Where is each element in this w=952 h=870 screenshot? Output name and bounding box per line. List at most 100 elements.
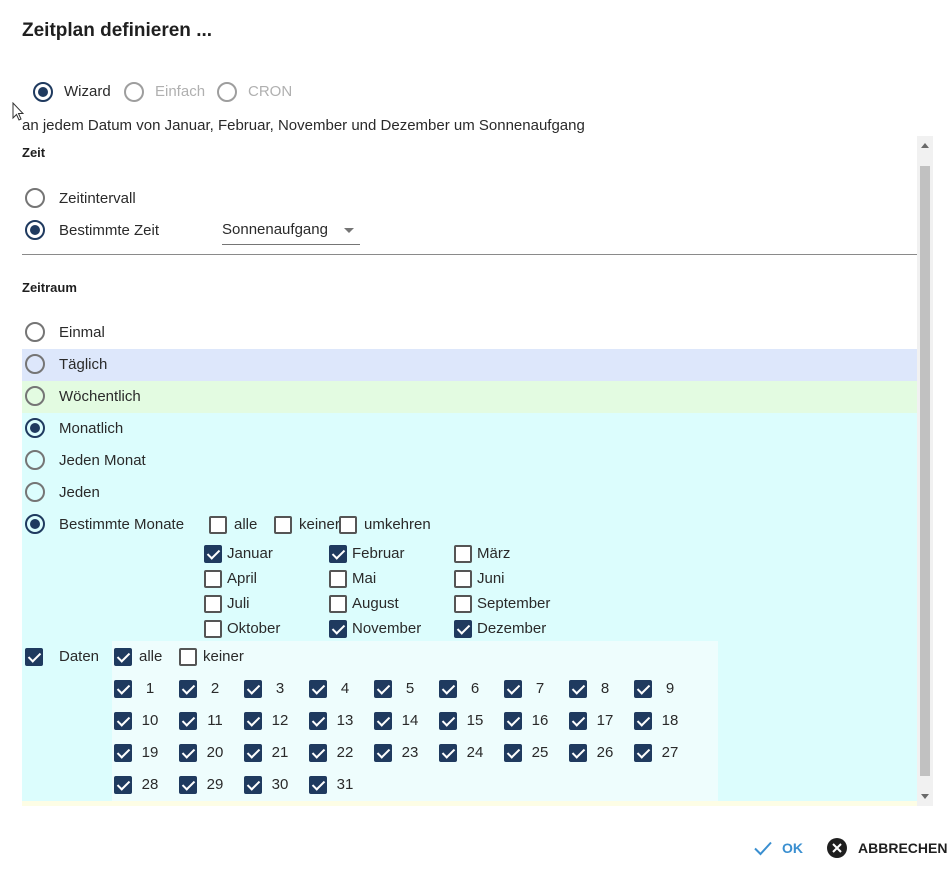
scroll-up-icon[interactable]	[921, 143, 929, 148]
month-label[interactable]: Januar	[227, 545, 273, 562]
month-label[interactable]: Februar	[352, 545, 405, 562]
month-label[interactable]: Oktober	[227, 620, 280, 637]
day-label[interactable]: 3	[269, 680, 291, 697]
day-label[interactable]: 16	[529, 712, 551, 729]
day-checkbox[interactable]	[439, 712, 457, 730]
time-interval-label[interactable]: Zeitintervall	[59, 190, 136, 207]
dates-none-label[interactable]: keiner	[203, 648, 244, 665]
day-label[interactable]: 7	[529, 680, 551, 697]
day-checkbox[interactable]	[439, 744, 457, 762]
period-weekly-radio[interactable]	[25, 386, 45, 406]
scroll-down-icon[interactable]	[921, 794, 929, 799]
day-label[interactable]: 19	[139, 744, 161, 761]
period-every-month-label[interactable]: Jeden Monat	[59, 452, 146, 469]
day-label[interactable]: 8	[594, 680, 616, 697]
period-specific-months-label[interactable]: Bestimmte Monate	[59, 516, 184, 533]
period-every-month-radio[interactable]	[25, 450, 45, 470]
day-label[interactable]: 26	[594, 744, 616, 761]
mode-simple-label[interactable]: Einfach	[155, 83, 205, 100]
dates-checkbox[interactable]	[25, 648, 43, 666]
day-label[interactable]: 15	[464, 712, 486, 729]
month-checkbox-september[interactable]	[454, 595, 472, 613]
month-label[interactable]: Juli	[227, 595, 250, 612]
month-checkbox-maerz[interactable]	[454, 545, 472, 563]
month-checkbox-oktober[interactable]	[204, 620, 222, 638]
period-daily-label[interactable]: Täglich	[59, 356, 107, 373]
day-checkbox[interactable]	[309, 776, 327, 794]
mode-wizard-label[interactable]: Wizard	[64, 83, 111, 100]
ok-button[interactable]: OK	[752, 834, 812, 862]
day-checkbox[interactable]	[114, 744, 132, 762]
month-checkbox-november[interactable]	[329, 620, 347, 638]
months-none-checkbox[interactable]	[274, 516, 292, 534]
day-checkbox[interactable]	[569, 712, 587, 730]
day-checkbox[interactable]	[114, 776, 132, 794]
period-once-label[interactable]: Einmal	[59, 324, 105, 341]
day-label[interactable]: 14	[399, 712, 421, 729]
day-checkbox[interactable]	[374, 744, 392, 762]
month-checkbox-dezember[interactable]	[454, 620, 472, 638]
day-checkbox[interactable]	[309, 712, 327, 730]
day-checkbox[interactable]	[244, 712, 262, 730]
day-checkbox[interactable]	[114, 712, 132, 730]
day-checkbox[interactable]	[504, 680, 522, 698]
month-label[interactable]: März	[477, 545, 510, 562]
day-label[interactable]: 27	[659, 744, 681, 761]
months-invert-label[interactable]: umkehren	[364, 516, 431, 533]
day-checkbox[interactable]	[179, 712, 197, 730]
time-interval-radio[interactable]	[25, 188, 45, 208]
day-checkbox[interactable]	[244, 744, 262, 762]
day-checkbox[interactable]	[439, 680, 457, 698]
day-label[interactable]: 21	[269, 744, 291, 761]
day-checkbox[interactable]	[569, 744, 587, 762]
month-checkbox-august[interactable]	[329, 595, 347, 613]
dates-all-label[interactable]: alle	[139, 648, 162, 665]
months-none-label[interactable]: keiner	[299, 516, 340, 533]
day-label[interactable]: 5	[399, 680, 421, 697]
scrollbar[interactable]	[917, 136, 933, 806]
period-weekly-label[interactable]: Wöchentlich	[59, 388, 141, 405]
month-checkbox-januar[interactable]	[204, 545, 222, 563]
day-label[interactable]: 9	[659, 680, 681, 697]
day-checkbox[interactable]	[309, 680, 327, 698]
month-label[interactable]: August	[352, 595, 399, 612]
dates-label[interactable]: Daten	[59, 648, 99, 665]
day-label[interactable]: 17	[594, 712, 616, 729]
day-label[interactable]: 1	[139, 680, 161, 697]
day-checkbox[interactable]	[634, 744, 652, 762]
day-checkbox[interactable]	[244, 680, 262, 698]
period-specific-months-radio[interactable]	[25, 514, 45, 534]
day-label[interactable]: 11	[204, 712, 226, 729]
day-checkbox[interactable]	[504, 712, 522, 730]
month-label[interactable]: September	[477, 595, 550, 612]
month-checkbox-april[interactable]	[204, 570, 222, 588]
day-label[interactable]: 6	[464, 680, 486, 697]
day-checkbox[interactable]	[504, 744, 522, 762]
specific-time-select[interactable]: Sonnenaufgang	[222, 218, 360, 245]
month-checkbox-mai[interactable]	[329, 570, 347, 588]
months-invert-checkbox[interactable]	[339, 516, 357, 534]
month-label[interactable]: November	[352, 620, 421, 637]
day-label[interactable]: 13	[334, 712, 356, 729]
day-checkbox[interactable]	[634, 680, 652, 698]
scrollbar-thumb[interactable]	[920, 166, 930, 776]
day-label[interactable]: 18	[659, 712, 681, 729]
month-checkbox-juli[interactable]	[204, 595, 222, 613]
day-checkbox[interactable]	[309, 744, 327, 762]
day-checkbox[interactable]	[374, 680, 392, 698]
month-label[interactable]: Mai	[352, 570, 376, 587]
day-label[interactable]: 31	[334, 776, 356, 793]
cancel-button[interactable]: ABBRECHEN	[826, 834, 948, 862]
day-label[interactable]: 4	[334, 680, 356, 697]
day-label[interactable]: 30	[269, 776, 291, 793]
day-checkbox[interactable]	[634, 712, 652, 730]
time-specific-radio[interactable]	[25, 220, 45, 240]
day-label[interactable]: 12	[269, 712, 291, 729]
mode-cron-label[interactable]: CRON	[248, 83, 292, 100]
day-label[interactable]: 10	[139, 712, 161, 729]
day-checkbox[interactable]	[244, 776, 262, 794]
month-checkbox-juni[interactable]	[454, 570, 472, 588]
period-monthly-label[interactable]: Monatlich	[59, 420, 123, 437]
month-label[interactable]: April	[227, 570, 257, 587]
day-label[interactable]: 2	[204, 680, 226, 697]
